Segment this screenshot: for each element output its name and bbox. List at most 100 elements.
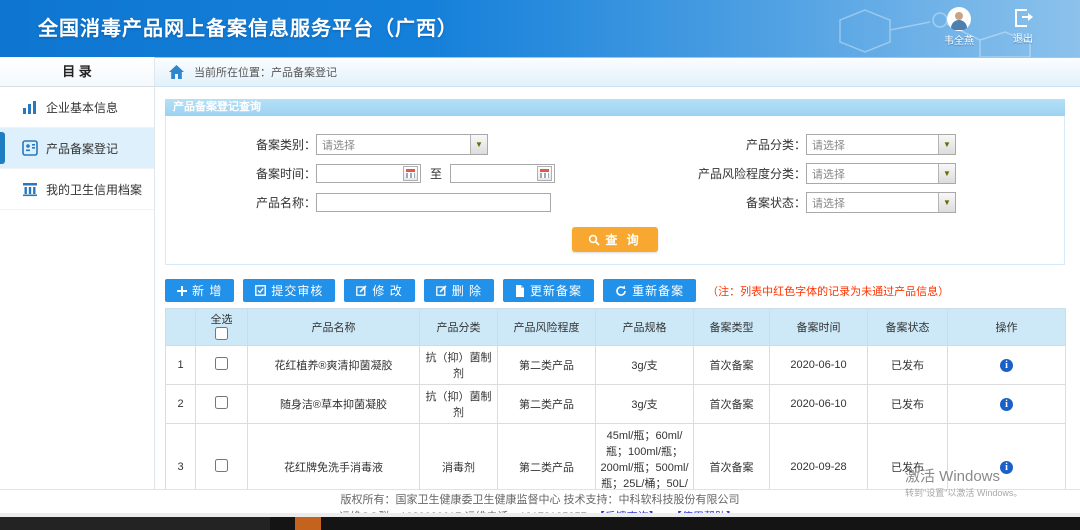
cell-risk: 第二类产品 (498, 385, 596, 424)
sidebar-item-product-registration[interactable]: 产品备案登记 (0, 128, 154, 169)
cell-product-name: 花红牌免洗手消毒液 (248, 424, 420, 491)
file-icon (515, 285, 525, 297)
taskbar-strip (0, 517, 1080, 530)
chevron-down-icon: ▼ (938, 193, 955, 212)
cell-date: 2020-06-10 (770, 385, 868, 424)
plus-icon (177, 286, 187, 296)
row-index: 1 (166, 346, 196, 385)
info-icon[interactable]: i (1000, 359, 1013, 372)
col-select-all: 全选 (196, 309, 248, 346)
logout-icon (1013, 9, 1033, 29)
logout-button[interactable]: 退出 (1006, 7, 1040, 45)
row-index: 2 (166, 385, 196, 424)
cell-risk: 第二类产品 (498, 424, 596, 491)
cell-date: 2020-06-10 (770, 346, 868, 385)
search-panel-title: 产品备案登记查询 (165, 99, 1065, 116)
sidebar-item-label: 产品备案登记 (46, 140, 118, 157)
user-name: 韦全燕 (941, 32, 977, 47)
product-name-label: 产品名称： (166, 194, 316, 211)
delete-icon (436, 285, 447, 296)
bar-chart-icon (22, 99, 38, 115)
info-icon[interactable]: i (1000, 398, 1013, 411)
risk-level-select[interactable]: 请选择 ▼ (806, 163, 956, 184)
re-record-button[interactable]: 重新备案 (603, 279, 696, 302)
query-button-label: 查 询 (605, 231, 641, 248)
breadcrumb: 当前所在位置：产品备案登记 (155, 57, 1080, 87)
product-class-select[interactable]: 请选择 ▼ (806, 134, 956, 155)
cell-category: 抗（抑）菌制剂 (420, 346, 498, 385)
re-record-label: 重新备案 (632, 282, 684, 299)
delete-button[interactable]: 删 除 (424, 279, 494, 302)
add-button-label: 新 增 (192, 282, 222, 299)
user-avatar[interactable] (947, 7, 971, 31)
chevron-down-icon: ▼ (470, 135, 487, 154)
cell-spec: 3g/支 (596, 346, 694, 385)
col-product-category: 产品分类 (420, 309, 498, 346)
record-category-label: 备案类别： (166, 136, 316, 153)
home-icon[interactable] (169, 65, 184, 79)
main-content: 产品备案登记查询 备案类别： 请选择 ▼ 备案时间： (155, 87, 1080, 490)
table-row: 1 花红植养®爽清抑菌凝胶 抗（抑）菌制剂 第二类产品 3g/支 首次备案 20… (166, 346, 1066, 385)
row-index: 3 (166, 424, 196, 491)
row-checkbox[interactable] (215, 459, 228, 472)
user-menu[interactable]: 韦全燕 (941, 7, 977, 47)
breadcrumb-text: 当前所在位置：产品备案登记 (194, 64, 337, 80)
chevron-down-icon: ▼ (938, 135, 955, 154)
cell-status: 已发布 (868, 385, 948, 424)
taskbar-segment (0, 517, 270, 530)
select-all-checkbox[interactable] (215, 327, 228, 340)
cell-type: 首次备案 (694, 346, 770, 385)
record-time-label: 备案时间： (166, 165, 316, 182)
row-checkbox[interactable] (215, 396, 228, 409)
record-category-value: 请选择 (322, 137, 355, 153)
col-product-name: 产品名称 (248, 309, 420, 346)
cell-risk: 第二类产品 (498, 346, 596, 385)
product-name-input[interactable] (316, 193, 551, 212)
modify-button[interactable]: 修 改 (344, 279, 414, 302)
app-header: 全国消毒产品网上备案信息服务平台（广西） 韦全燕 退出 (0, 0, 1080, 57)
sidebar: 目 录 企业基本信息 产品备案登记 我的卫生信用档案 (0, 57, 155, 517)
cell-spec: 3g/支 (596, 385, 694, 424)
search-icon (588, 234, 600, 246)
calendar-icon[interactable] (403, 166, 418, 181)
cell-type: 首次备案 (694, 385, 770, 424)
risk-level-label: 产品风险程度分类： (636, 165, 806, 182)
modify-button-label: 修 改 (372, 282, 402, 299)
submit-review-label: 提交审核 (271, 282, 323, 299)
col-record-status: 备案状态 (868, 309, 948, 346)
cell-status: 已发布 (868, 424, 948, 491)
toolbar-note: （注：列表中红色字体的记录为未通过产品信息） (707, 283, 949, 299)
page-title: 全国消毒产品网上备案信息服务平台（广西） (38, 12, 458, 41)
table-toolbar: 新 增 提交审核 修 改 删 除 更新备案 重新备案 （注：列表 (165, 279, 1065, 302)
col-risk-level: 产品风险程度 (498, 309, 596, 346)
sidebar-item-enterprise-info[interactable]: 企业基本信息 (0, 87, 154, 128)
records-table: 全选 产品名称 产品分类 产品风险程度 产品规格 备案类型 备案时间 备案状态 … (165, 308, 1066, 490)
info-icon[interactable]: i (1000, 461, 1013, 474)
record-status-value: 请选择 (812, 195, 845, 211)
submit-review-button[interactable]: 提交审核 (243, 279, 335, 302)
cell-status: 已发布 (868, 346, 948, 385)
cell-type: 首次备案 (694, 424, 770, 491)
archive-building-icon (22, 181, 38, 197)
edit-icon (356, 285, 367, 296)
record-status-select[interactable]: 请选择 ▼ (806, 192, 956, 213)
row-checkbox[interactable] (215, 357, 228, 370)
product-class-label: 产品分类： (636, 136, 806, 153)
record-category-select[interactable]: 请选择 ▼ (316, 134, 488, 155)
taskbar-active-app (295, 517, 321, 530)
risk-level-value: 请选择 (812, 166, 845, 182)
logout-label: 退出 (1006, 30, 1040, 45)
product-class-value: 请选择 (812, 137, 845, 153)
page-footer: 版权所有：国家卫生健康委卫生健康监督中心 技术支持：中科软科技股份有限公司 运维… (0, 489, 1080, 513)
calendar-icon[interactable] (537, 166, 552, 181)
col-index (166, 309, 196, 346)
sidebar-item-health-credit-archive[interactable]: 我的卫生信用档案 (0, 169, 154, 210)
record-status-label: 备案状态： (636, 194, 806, 211)
query-button[interactable]: 查 询 (572, 227, 657, 252)
add-button[interactable]: 新 增 (165, 279, 234, 302)
sidebar-item-label: 企业基本信息 (46, 99, 118, 116)
footer-copyright: 版权所有：国家卫生健康委卫生健康监督中心 技术支持：中科软科技股份有限公司 (0, 491, 1080, 507)
update-record-button[interactable]: 更新备案 (503, 279, 594, 302)
sidebar-item-label: 我的卫生信用档案 (46, 181, 142, 198)
col-action: 操作 (948, 309, 1066, 346)
